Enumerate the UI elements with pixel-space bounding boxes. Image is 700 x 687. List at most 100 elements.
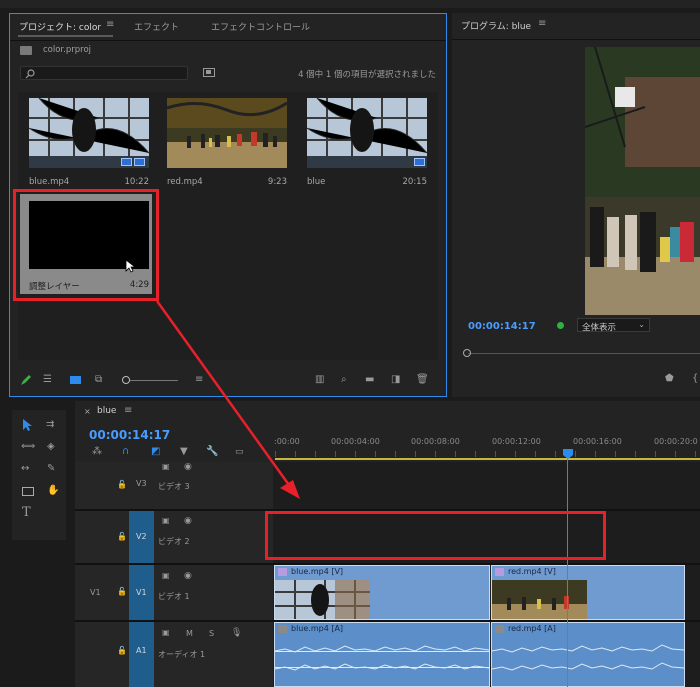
panel-menu-icon[interactable]: ≡ [106,20,114,30]
clip-name: red.mp4 [167,177,203,187]
sync-lock-icon[interactable]: ▣ [162,628,170,638]
tab-effects[interactable]: エフェクト [134,20,179,33]
sync-lock-icon[interactable]: ▣ [162,462,170,472]
find-icon[interactable]: ⌕ [341,375,347,385]
timeline-clip-blue-video[interactable]: blue.mp4 [V] [274,565,490,620]
new-search-bin-icon[interactable] [203,67,215,77]
type-tool-icon[interactable]: T [22,506,31,519]
clip-thumbnail-blue-sequence[interactable] [307,98,427,168]
mark-in-icon[interactable]: { [692,374,698,384]
scrub-bar[interactable] [468,353,700,354]
wrench-icon[interactable]: 🔧 [206,447,218,457]
source-patch[interactable]: V1 [90,588,101,597]
scrub-handle[interactable] [463,349,471,357]
work-area-bar[interactable] [275,458,700,460]
add-marker-icon[interactable]: ▼ [180,447,188,457]
eye-icon[interactable]: ◉ [184,462,192,472]
tab-project[interactable]: プロジェクト: color [19,20,101,33]
clip-thumbnail-red-mp4[interactable] [167,98,287,168]
fx-badge-icon [495,624,504,633]
clip-name: blue [307,177,326,187]
top-strip [0,0,700,8]
sync-lock-icon[interactable]: ▣ [162,571,170,581]
search-input[interactable] [20,66,188,80]
automate-to-sequence-icon[interactable]: ▥ [315,375,324,385]
panel-menu-icon[interactable]: ≡ [538,19,546,29]
nest-toggle-icon[interactable]: ⁂ [92,447,102,457]
fx-badge-icon [278,567,287,576]
annotation-highlight-box [13,189,159,301]
track-id: V3 [136,479,147,488]
sequence-tab[interactable]: blue [97,406,116,416]
lock-icon[interactable]: 🔓 [117,532,127,542]
divider [10,40,446,41]
list-view-icon[interactable]: ☰ [43,375,52,385]
zoom-slider-track[interactable] [130,380,178,381]
selection-tool-icon[interactable] [22,418,34,432]
track-id: A1 [136,646,147,655]
timeline-timecode[interactable]: 00:00:14:17 [89,428,170,442]
lock-icon[interactable]: 🔓 [117,480,127,490]
pen-tool-icon[interactable]: ✎ [47,464,55,474]
video-badge-icon [121,158,132,166]
zoom-slider-handle[interactable] [122,376,130,384]
captions-icon[interactable]: ▭ [235,447,244,457]
clip-duration: 9:23 [267,177,287,187]
chevron-down-icon: ⌄ [638,320,645,329]
new-item-icon[interactable]: ◨ [391,375,400,385]
mute-button[interactable]: M [186,629,193,638]
timeline-clip-blue-audio[interactable]: blue.mp4 [A] [274,622,490,687]
track-name: オーディオ 1 [158,650,206,659]
timeline-clip-red-audio[interactable]: red.mp4 [A] [491,622,685,687]
clip-label: red.mp4 [V] [495,567,556,576]
active-tab-underline [18,35,113,37]
status-dot-icon [557,322,564,329]
sync-lock-icon[interactable]: ▣ [162,516,170,526]
tab-effect-controls[interactable]: エフェクトコントロール [211,20,310,33]
lock-icon[interactable]: 🔓 [117,646,127,656]
ripple-edit-tool-icon[interactable]: ⟺ [21,442,35,452]
sort-icon[interactable]: ≡ [195,375,203,385]
folder-icon [20,46,32,55]
audio-waveform [275,645,489,671]
timeline-clip-red-video[interactable]: red.mp4 [V] [491,565,685,620]
track-name: ビデオ 2 [158,537,190,546]
eye-icon[interactable]: ◉ [184,571,192,581]
solo-button[interactable]: S [209,629,214,638]
fit-dropdown[interactable]: 全体表示 ⌄ [577,318,650,333]
clip-name: blue.mp4 [29,177,70,187]
rectangle-tool-icon[interactable] [22,487,34,496]
pencil-icon[interactable] [20,374,32,386]
playhead-line[interactable] [567,459,568,687]
program-video-frame [585,47,700,315]
hand-tool-icon[interactable]: ✋ [47,486,59,496]
program-timecode[interactable]: 00:00:14:17 [468,321,536,332]
clip-duration: 20:15 [402,177,428,187]
playhead-handle[interactable] [563,449,573,459]
slip-tool-icon[interactable]: ↔ [21,464,29,474]
track-name: ビデオ 3 [158,482,190,491]
selection-status: 4 個中 1 個の項目が選択されました [298,70,436,80]
ruler-tick-label: 00:00:12:00 [492,437,541,446]
microphone-icon[interactable]: 🎙 [231,628,242,638]
icon-view-icon[interactable] [70,376,81,384]
fit-dropdown-value: 全体表示 [582,323,617,333]
fx-badge-icon [278,624,287,633]
track-name: ビデオ 1 [158,592,190,601]
close-icon[interactable]: × [84,407,91,416]
track-select-tool-icon[interactable]: ⇉ [46,420,54,430]
ruler-ticks [275,451,700,457]
lock-icon[interactable]: 🔓 [117,587,127,597]
trash-icon[interactable]: 🗑 [416,375,429,385]
divider [452,39,700,40]
razor-tool-icon[interactable]: ◈ [47,442,55,452]
panel-menu-icon[interactable]: ≡ [124,406,132,416]
snap-icon[interactable]: ∩ [122,447,129,457]
eye-icon[interactable]: ◉ [184,516,192,526]
linked-selection-icon[interactable]: ◩ [151,447,160,457]
clip-thumbnail [492,580,587,619]
clip-thumbnail [275,580,370,619]
add-marker-icon[interactable]: ⬟ [665,374,674,384]
freeform-view-icon[interactable]: ⧉ [95,375,102,385]
new-bin-icon[interactable]: ▬ [365,375,374,385]
